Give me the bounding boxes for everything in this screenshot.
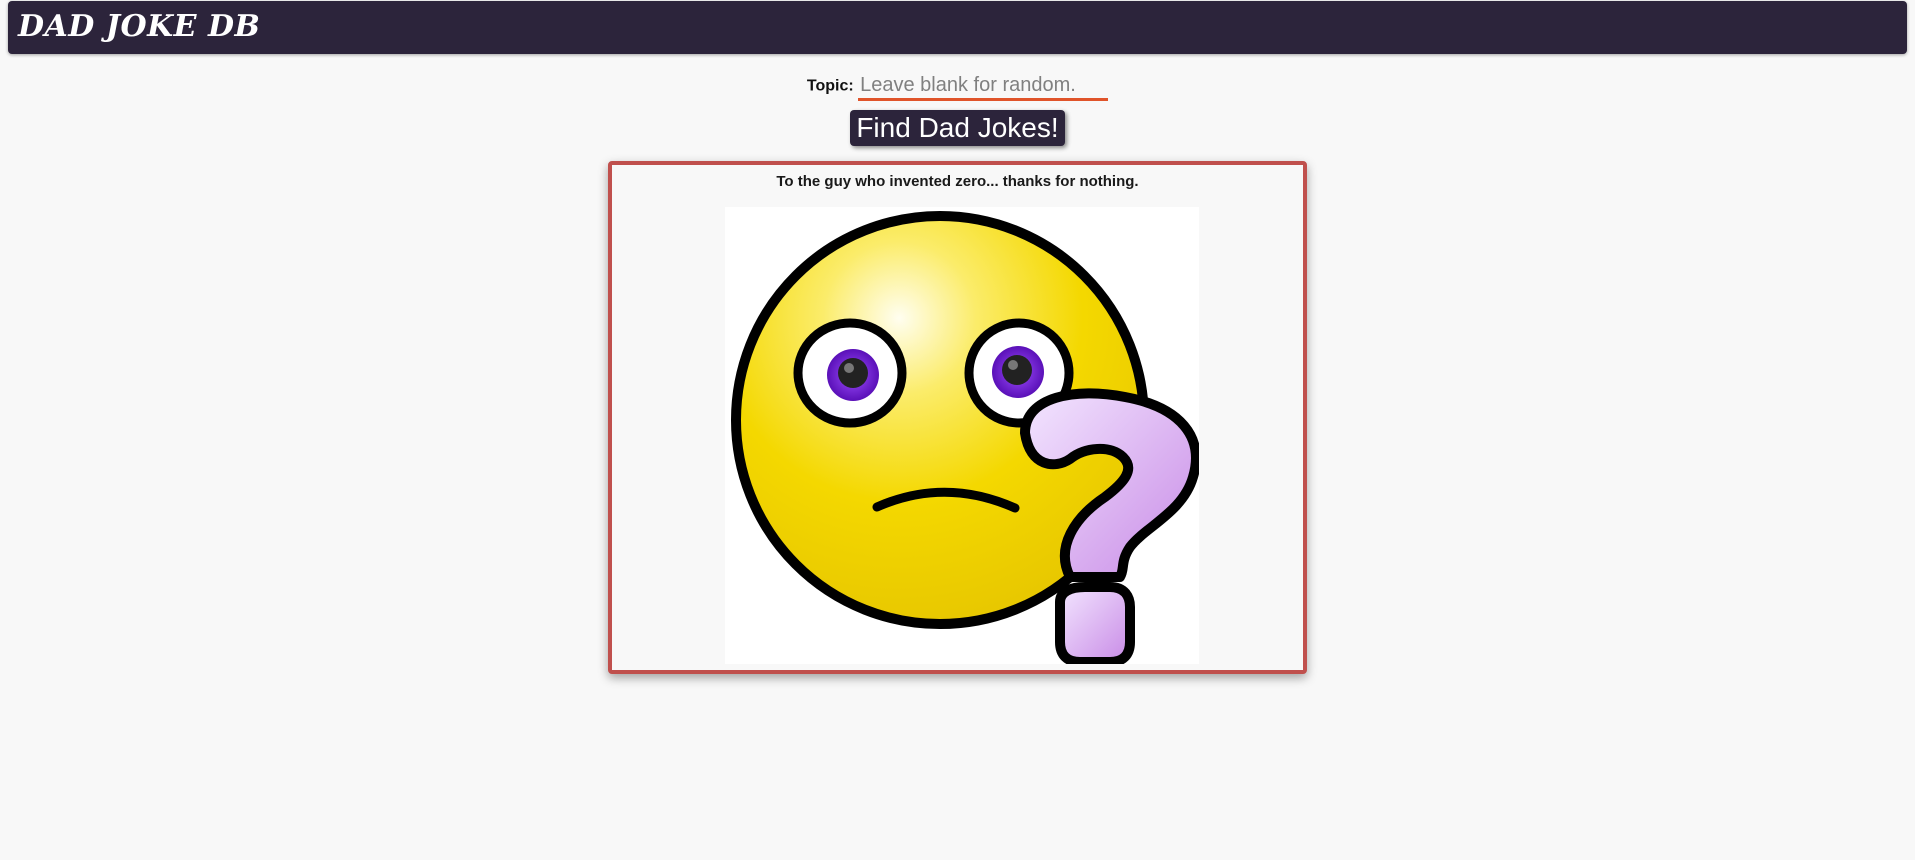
- confused-face-question-mark-icon: [731, 211, 1201, 667]
- find-dad-jokes-button[interactable]: Find Dad Jokes!: [850, 110, 1065, 146]
- joke-image: [725, 207, 1201, 667]
- topic-search-row: Topic:: [0, 72, 1915, 101]
- find-button-wrap: Find Dad Jokes!: [0, 110, 1915, 146]
- joke-text: To the guy who invented zero... thanks f…: [776, 173, 1139, 190]
- joke-card: To the guy who invented zero... thanks f…: [608, 161, 1307, 674]
- topic-input[interactable]: [858, 72, 1109, 101]
- top-navbar: DAD JOKE DB: [8, 1, 1907, 54]
- site-logo[interactable]: DAD JOKE DB: [18, 9, 260, 45]
- topic-label: Topic:: [806, 77, 854, 95]
